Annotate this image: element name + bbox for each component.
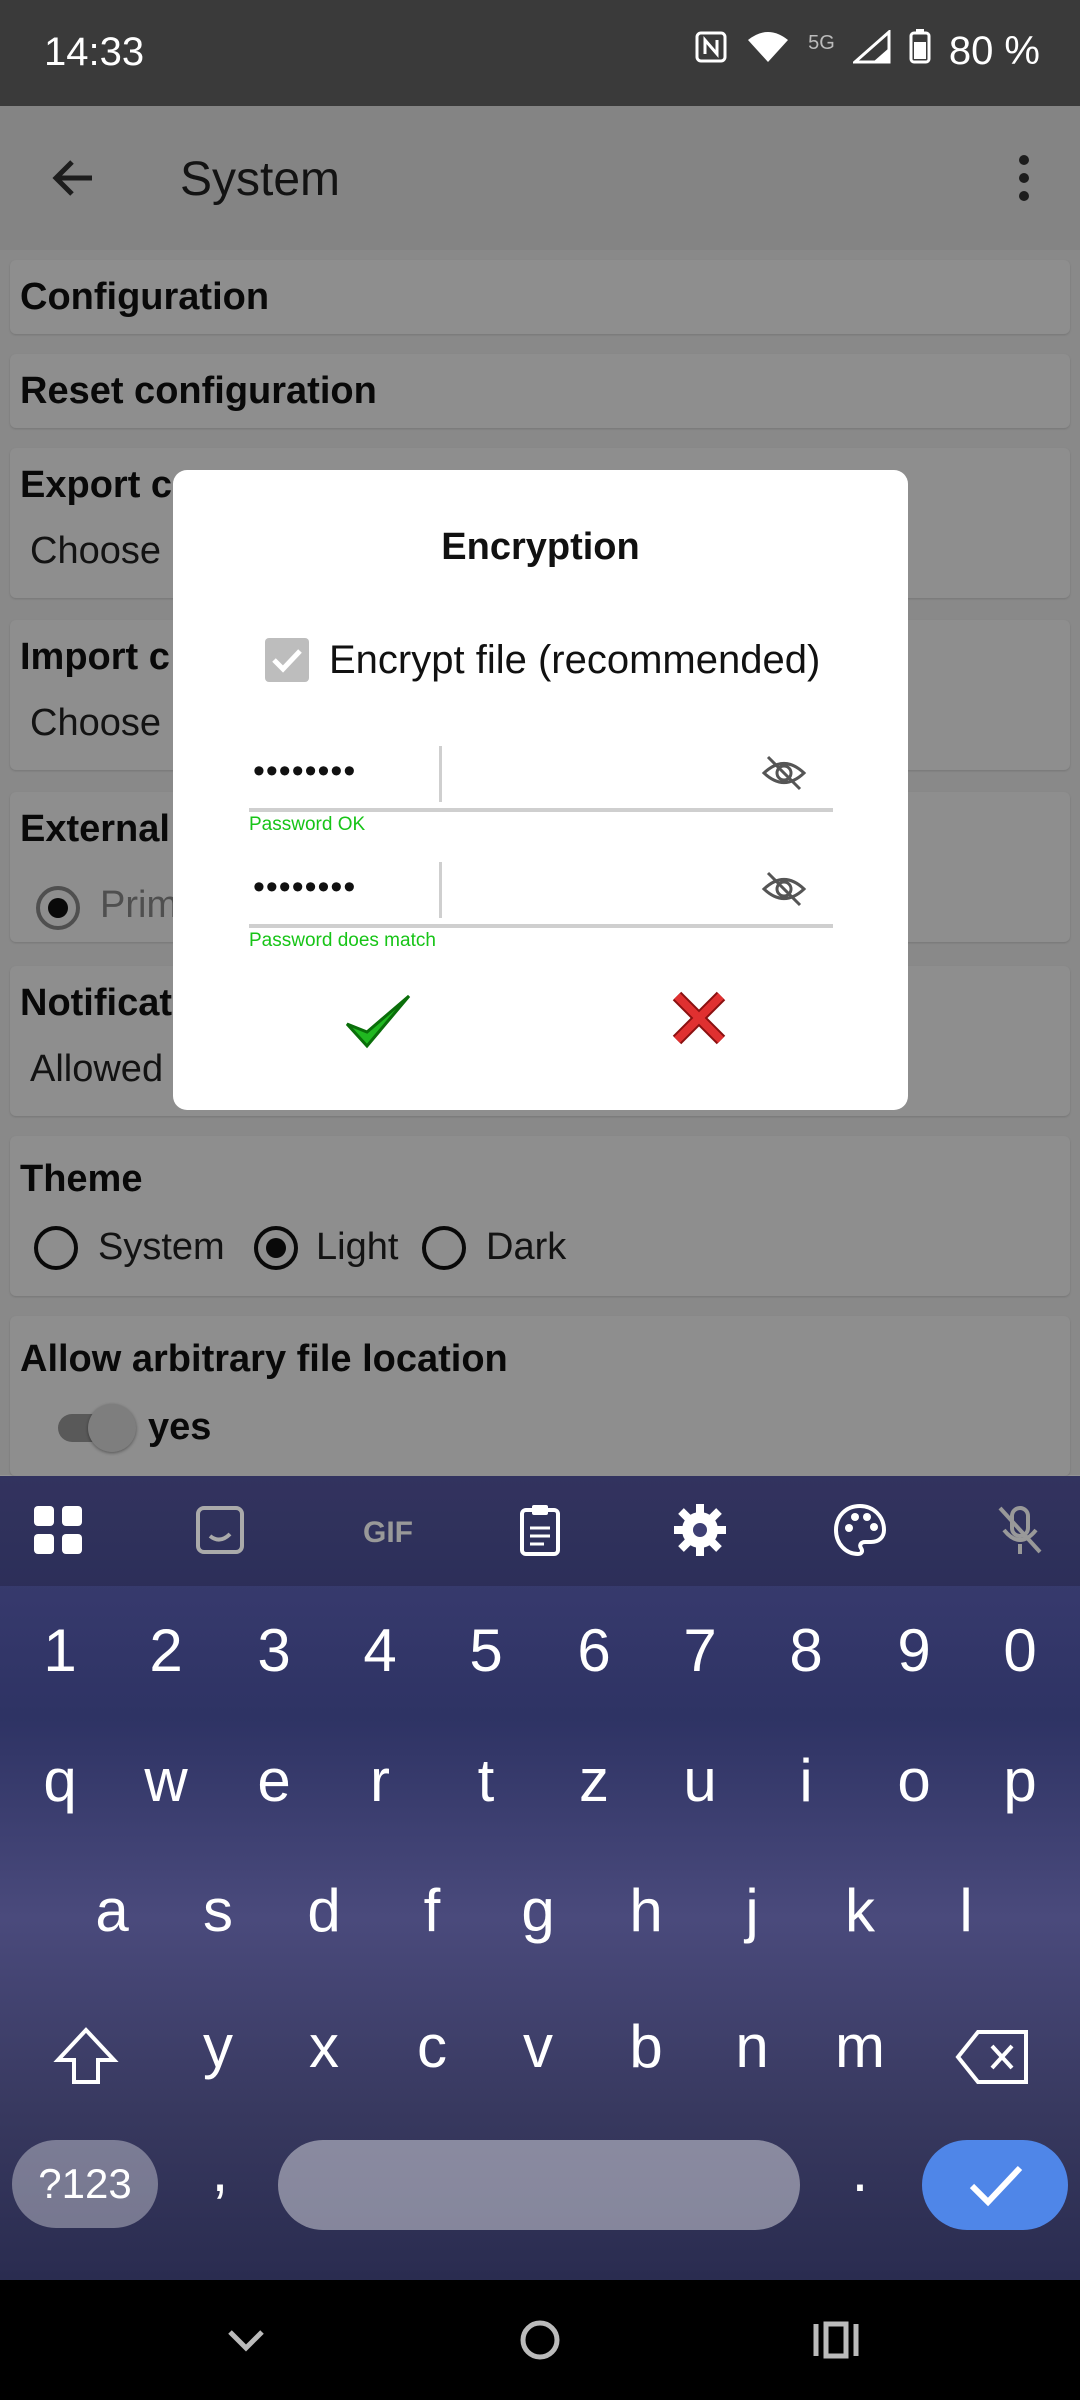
encryption-dialog: Encryption Encrypt file (recommended) ••…: [173, 470, 908, 1110]
visibility-off-icon[interactable]: [761, 750, 807, 796]
home-icon[interactable]: [510, 2310, 570, 2370]
status-icons: 5G 80 %: [694, 28, 1040, 74]
key-e[interactable]: e: [224, 1746, 324, 1815]
key-4[interactable]: 4: [330, 1616, 430, 1685]
key-u[interactable]: u: [650, 1746, 750, 1815]
mic-off-icon[interactable]: [990, 1500, 1050, 1560]
recents-icon[interactable]: [806, 2310, 866, 2370]
confirm-password-hint: Password does match: [249, 930, 436, 951]
key-q[interactable]: q: [10, 1746, 110, 1815]
key-r[interactable]: r: [330, 1746, 430, 1815]
password-field[interactable]: ••••••••: [249, 746, 833, 812]
key-y[interactable]: y: [168, 2012, 268, 2081]
hide-keyboard-icon[interactable]: [216, 2310, 276, 2370]
space-bar[interactable]: [278, 2140, 800, 2230]
key-5[interactable]: 5: [436, 1616, 536, 1685]
key-comma[interactable]: ,: [170, 2136, 270, 2205]
backspace-icon[interactable]: [954, 2022, 1034, 2092]
key-v[interactable]: v: [488, 2012, 588, 2081]
dialog-title: Encryption: [441, 526, 640, 568]
key-2[interactable]: 2: [116, 1616, 216, 1685]
nfc-icon: [694, 29, 728, 74]
sticker-icon[interactable]: [190, 1500, 250, 1560]
gif-icon[interactable]: GIF: [348, 1500, 428, 1560]
key-h[interactable]: h: [596, 1876, 696, 1945]
network-type: 5G: [808, 31, 835, 54]
confirm-password-value: ••••••••: [253, 868, 357, 906]
password-value: ••••••••: [253, 752, 357, 790]
enter-check-icon: [969, 2165, 1023, 2207]
shift-icon[interactable]: [46, 2016, 126, 2096]
settings-gear-icon[interactable]: [670, 1500, 730, 1560]
status-time: 14:33: [44, 30, 145, 74]
key-w[interactable]: w: [116, 1746, 216, 1815]
key-period[interactable]: .: [810, 2136, 910, 2205]
enter-key[interactable]: [922, 2140, 1068, 2230]
text-cursor: [439, 746, 442, 802]
key-d[interactable]: d: [274, 1876, 374, 1945]
svg-text:GIF: GIF: [363, 1516, 413, 1549]
visibility-off-icon[interactable]: [761, 866, 807, 912]
encrypt-checkbox[interactable]: [265, 638, 309, 682]
key-m[interactable]: m: [810, 2012, 910, 2081]
soft-keyboard: GIF 1 2 3 4 5 6 7 8 9 0 q w e r t z u i …: [0, 1476, 1080, 2280]
key-s[interactable]: s: [168, 1876, 268, 1945]
key-i[interactable]: i: [756, 1746, 856, 1815]
key-0[interactable]: 0: [970, 1616, 1070, 1685]
theme-palette-icon[interactable]: [830, 1500, 890, 1560]
key-8[interactable]: 8: [756, 1616, 856, 1685]
battery-level: 80 %: [948, 28, 1040, 73]
text-cursor: [439, 862, 442, 918]
clipboard-icon[interactable]: [510, 1500, 570, 1560]
key-p[interactable]: p: [970, 1746, 1070, 1815]
confirm-checkmark-icon[interactable]: [343, 988, 413, 1058]
status-bar: 14:33 5G 80 %: [0, 0, 1080, 106]
key-x[interactable]: x: [274, 2012, 374, 2081]
key-z[interactable]: z: [544, 1746, 644, 1815]
signal-icon: [850, 28, 891, 74]
key-7[interactable]: 7: [650, 1616, 750, 1685]
wifi-icon: [746, 29, 790, 74]
key-9[interactable]: 9: [864, 1616, 964, 1685]
key-1[interactable]: 1: [10, 1616, 110, 1685]
password-hint: Password OK: [249, 814, 366, 835]
key-t[interactable]: t: [436, 1746, 536, 1815]
key-3[interactable]: 3: [224, 1616, 324, 1685]
key-n[interactable]: n: [702, 2012, 802, 2081]
key-b[interactable]: b: [596, 2012, 696, 2081]
key-k[interactable]: k: [810, 1876, 910, 1945]
key-j[interactable]: j: [702, 1876, 802, 1945]
cancel-x-icon[interactable]: [669, 988, 729, 1048]
key-o[interactable]: o: [864, 1746, 964, 1815]
key-6[interactable]: 6: [544, 1616, 644, 1685]
key-g[interactable]: g: [488, 1876, 588, 1945]
symbols-key[interactable]: ?123: [12, 2140, 158, 2228]
confirm-password-field[interactable]: ••••••••: [249, 862, 833, 928]
encrypt-checkbox-label[interactable]: Encrypt file (recommended): [329, 638, 820, 683]
apps-grid-icon[interactable]: [28, 1500, 88, 1560]
battery-icon: [909, 28, 931, 74]
navigation-bar: [0, 2280, 1080, 2400]
key-f[interactable]: f: [382, 1876, 482, 1945]
key-a[interactable]: a: [62, 1876, 162, 1945]
key-c[interactable]: c: [382, 2012, 482, 2081]
key-l[interactable]: l: [916, 1876, 1016, 1945]
